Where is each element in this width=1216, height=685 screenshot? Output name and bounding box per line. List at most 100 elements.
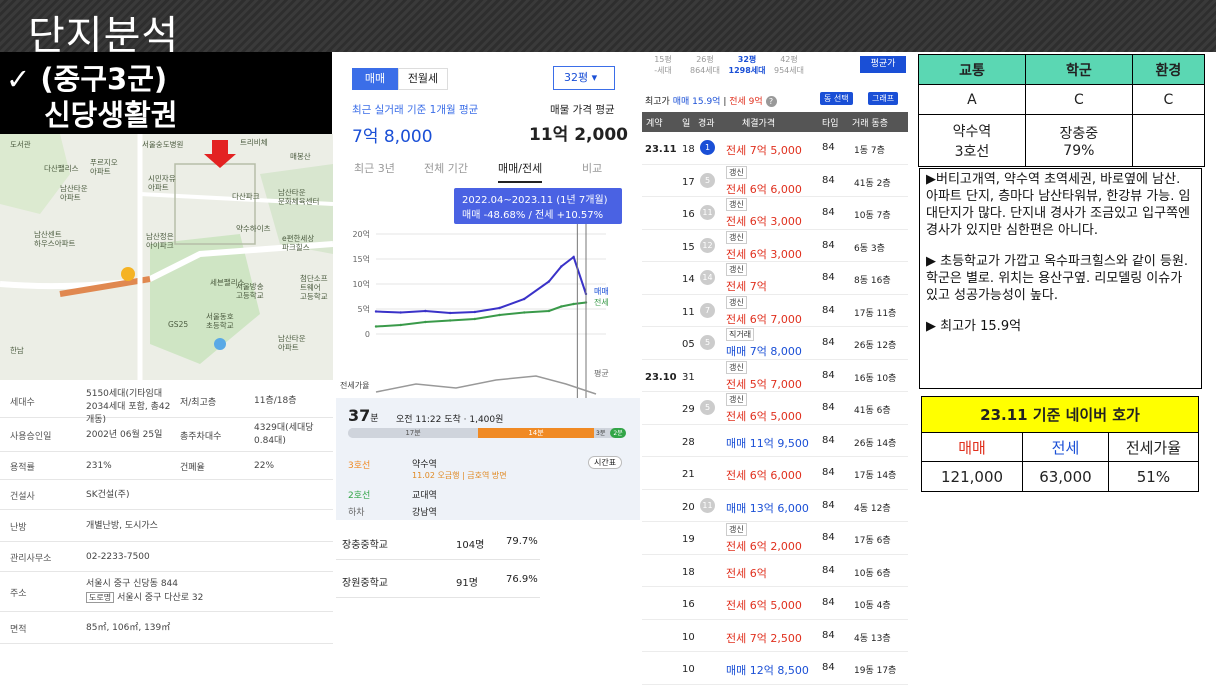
trade-floor: 10동 6층 bbox=[854, 568, 891, 579]
trade-price: 매매 12억 8,500 bbox=[726, 664, 809, 677]
info-key: 면적 bbox=[10, 625, 27, 635]
road-address: 서울시 중구 다산로 32 bbox=[117, 593, 204, 603]
trade-floor: 41동 2층 bbox=[854, 178, 891, 189]
trade-floor: 19동 17층 bbox=[854, 666, 897, 676]
size-tab[interactable]: 32평 1298세대 bbox=[726, 54, 768, 76]
region-box: ✓ (중구3군) 신당생활권 bbox=[0, 52, 332, 134]
naver-header-sale: 매매 bbox=[920, 432, 1024, 462]
trade-tag: 갱신 bbox=[726, 165, 747, 179]
trade-price: 전세 6억 2,000 bbox=[726, 540, 802, 553]
trade-type: 84 bbox=[822, 207, 835, 218]
period-tab[interactable]: 전체 기간 bbox=[424, 160, 468, 176]
info-value-text: 02-2233-7500 bbox=[86, 552, 150, 562]
station2: 교대역 bbox=[412, 491, 437, 501]
size-select[interactable]: 32평 ▾ bbox=[553, 66, 615, 90]
data-point bbox=[560, 265, 563, 268]
trade-header-cell: 일 bbox=[682, 119, 691, 129]
info-value: 231% bbox=[86, 460, 176, 473]
trade-header-cell: 체결가격 bbox=[742, 119, 776, 129]
compare-button[interactable]: 평균가 bbox=[860, 56, 906, 73]
info-key: 주소 bbox=[10, 589, 27, 599]
map-label: 서울숭도병원 bbox=[142, 140, 184, 149]
trade-floor: 8동 16층 bbox=[854, 276, 891, 286]
trade-type: 84 bbox=[822, 369, 835, 381]
line3-label: 3호선 bbox=[348, 461, 371, 471]
info-value: SK건설(주) bbox=[86, 489, 286, 502]
recent-price: 7억 8,000 bbox=[352, 127, 433, 147]
trade-type: 84 bbox=[822, 532, 835, 543]
info-key: 용적률 bbox=[10, 463, 35, 473]
period-tab[interactable]: 최근 3년 bbox=[354, 160, 395, 176]
trade-floor: 41동 6층 bbox=[854, 406, 891, 416]
elapsed-badge: 11 bbox=[700, 497, 715, 513]
trade-row: 28 매매 11억 9,500 84 26동 14층 bbox=[642, 425, 908, 457]
info-value: 2002년 06월 25일 bbox=[86, 429, 176, 442]
size-count: 864세대 bbox=[690, 66, 720, 75]
grade-transport: A bbox=[918, 84, 1026, 115]
map-label: 남산타운 아파트 bbox=[60, 184, 88, 202]
trade-price: 전세 6억 7,000 bbox=[726, 312, 802, 326]
trade-day: 31 bbox=[682, 371, 695, 383]
trade-tag: 갱신 bbox=[726, 523, 747, 536]
trade-floor: 26동 12층 bbox=[854, 341, 897, 351]
data-point bbox=[547, 309, 551, 313]
data-point bbox=[473, 317, 477, 321]
trade-price: 전세 6억 6,000 bbox=[726, 469, 802, 482]
header-transport: 교통 bbox=[918, 54, 1026, 85]
transit-detail: 오전 11:22 도착 · 1,400원 bbox=[396, 415, 504, 425]
note-1: ▶버티고개역, 약수역 초역세권, 바로옆에 남산. 아파트 단지, 층마다 남… bbox=[926, 172, 1191, 238]
listing-caption: 매물 가격 평균 bbox=[550, 104, 615, 116]
building-select-button[interactable]: 동 선택 bbox=[820, 92, 853, 105]
graph-button[interactable]: 그래프 bbox=[868, 92, 899, 105]
route-bar: 17분 14분 3분 2분 bbox=[348, 428, 626, 438]
grade-school: C bbox=[1024, 84, 1133, 115]
trade-price: 전세 7억 5,000 bbox=[726, 144, 802, 157]
transit-minutes: 37분 bbox=[348, 406, 379, 425]
info-row: 세대수 5150세대(기타임대 2034세대 포함, 총42개동) 저/최고층 11층… bbox=[0, 384, 333, 425]
period-tab[interactable]: 비교 bbox=[582, 160, 602, 176]
transit-panel: 37분 오전 11:22 도착 · 1,400원 17분 14분 3분 2분 3… bbox=[336, 398, 640, 520]
trade-type: 84 bbox=[822, 304, 835, 316]
info-value-text: 85㎡, 106㎡, 139㎡ bbox=[86, 623, 171, 633]
info-row: 건설사 SK건설(주) bbox=[0, 480, 333, 510]
info-value-text: SK건설(주) bbox=[86, 490, 130, 500]
grade-environment: C bbox=[1131, 84, 1206, 115]
data-point bbox=[424, 320, 427, 324]
tab-rent[interactable]: 전월세 bbox=[398, 68, 448, 90]
info-key2: 저/최고층 bbox=[180, 398, 217, 408]
size-tab[interactable]: 26평 864세대 bbox=[684, 54, 726, 76]
trade-tag: 직거래 bbox=[726, 328, 755, 341]
trade-day: 17 bbox=[682, 176, 695, 188]
info-value: 02-2233-7500 bbox=[86, 551, 286, 564]
y-tick-label: 0 bbox=[365, 330, 370, 339]
size-label: 42평 bbox=[780, 55, 798, 64]
data-point bbox=[424, 309, 427, 313]
minutes-unit: 분 bbox=[370, 414, 379, 424]
trade-row: 16 전세 6억 5,000 84 10동 4층 bbox=[642, 587, 908, 620]
elapsed-badge: 1 bbox=[700, 140, 715, 155]
size-tab[interactable]: 15평 -세대 bbox=[642, 54, 684, 76]
trade-type: 84 bbox=[822, 337, 835, 348]
map[interactable]: 서울숭도병원 푸르지오 아파트 남산타운 아파트 남산센트 하우스아파트 다산팰리스 시민… bbox=[0, 134, 333, 380]
school-table: 장충중학교 104명 79.7% 장원중학교 91명 76.9% bbox=[336, 522, 540, 600]
trade-floor: 10동 7층 bbox=[854, 211, 891, 221]
trade-floor: 16동 10층 bbox=[854, 373, 897, 384]
data-point bbox=[399, 323, 402, 327]
elapsed-badge: 5 bbox=[700, 400, 715, 415]
trade-row: 11 7 갱신 전세 6억 7,000 84 17동 11층 bbox=[642, 295, 908, 327]
size-tab[interactable]: 42평 954세대 bbox=[768, 54, 810, 76]
tab-sale[interactable]: 매매 bbox=[352, 68, 398, 90]
trade-type: 84 bbox=[822, 174, 835, 186]
trade-day: 18 bbox=[682, 144, 695, 155]
timetable-button[interactable]: 시간표 bbox=[588, 456, 623, 469]
period-tab[interactable]: 매매/전세 bbox=[498, 160, 543, 183]
map-label: 다산파크 bbox=[232, 192, 260, 201]
trade-floor: 26동 14층 bbox=[854, 438, 897, 449]
route-walk: 17분 bbox=[348, 428, 478, 438]
trade-type: 84 bbox=[822, 629, 835, 641]
info-value: 85㎡, 106㎡, 139㎡ bbox=[86, 622, 286, 635]
trade-type: 84 bbox=[822, 564, 835, 576]
school-count: 104명 bbox=[456, 540, 485, 551]
route-seg3: 3분 bbox=[596, 430, 606, 437]
line2-label: 2호선 bbox=[348, 491, 371, 501]
